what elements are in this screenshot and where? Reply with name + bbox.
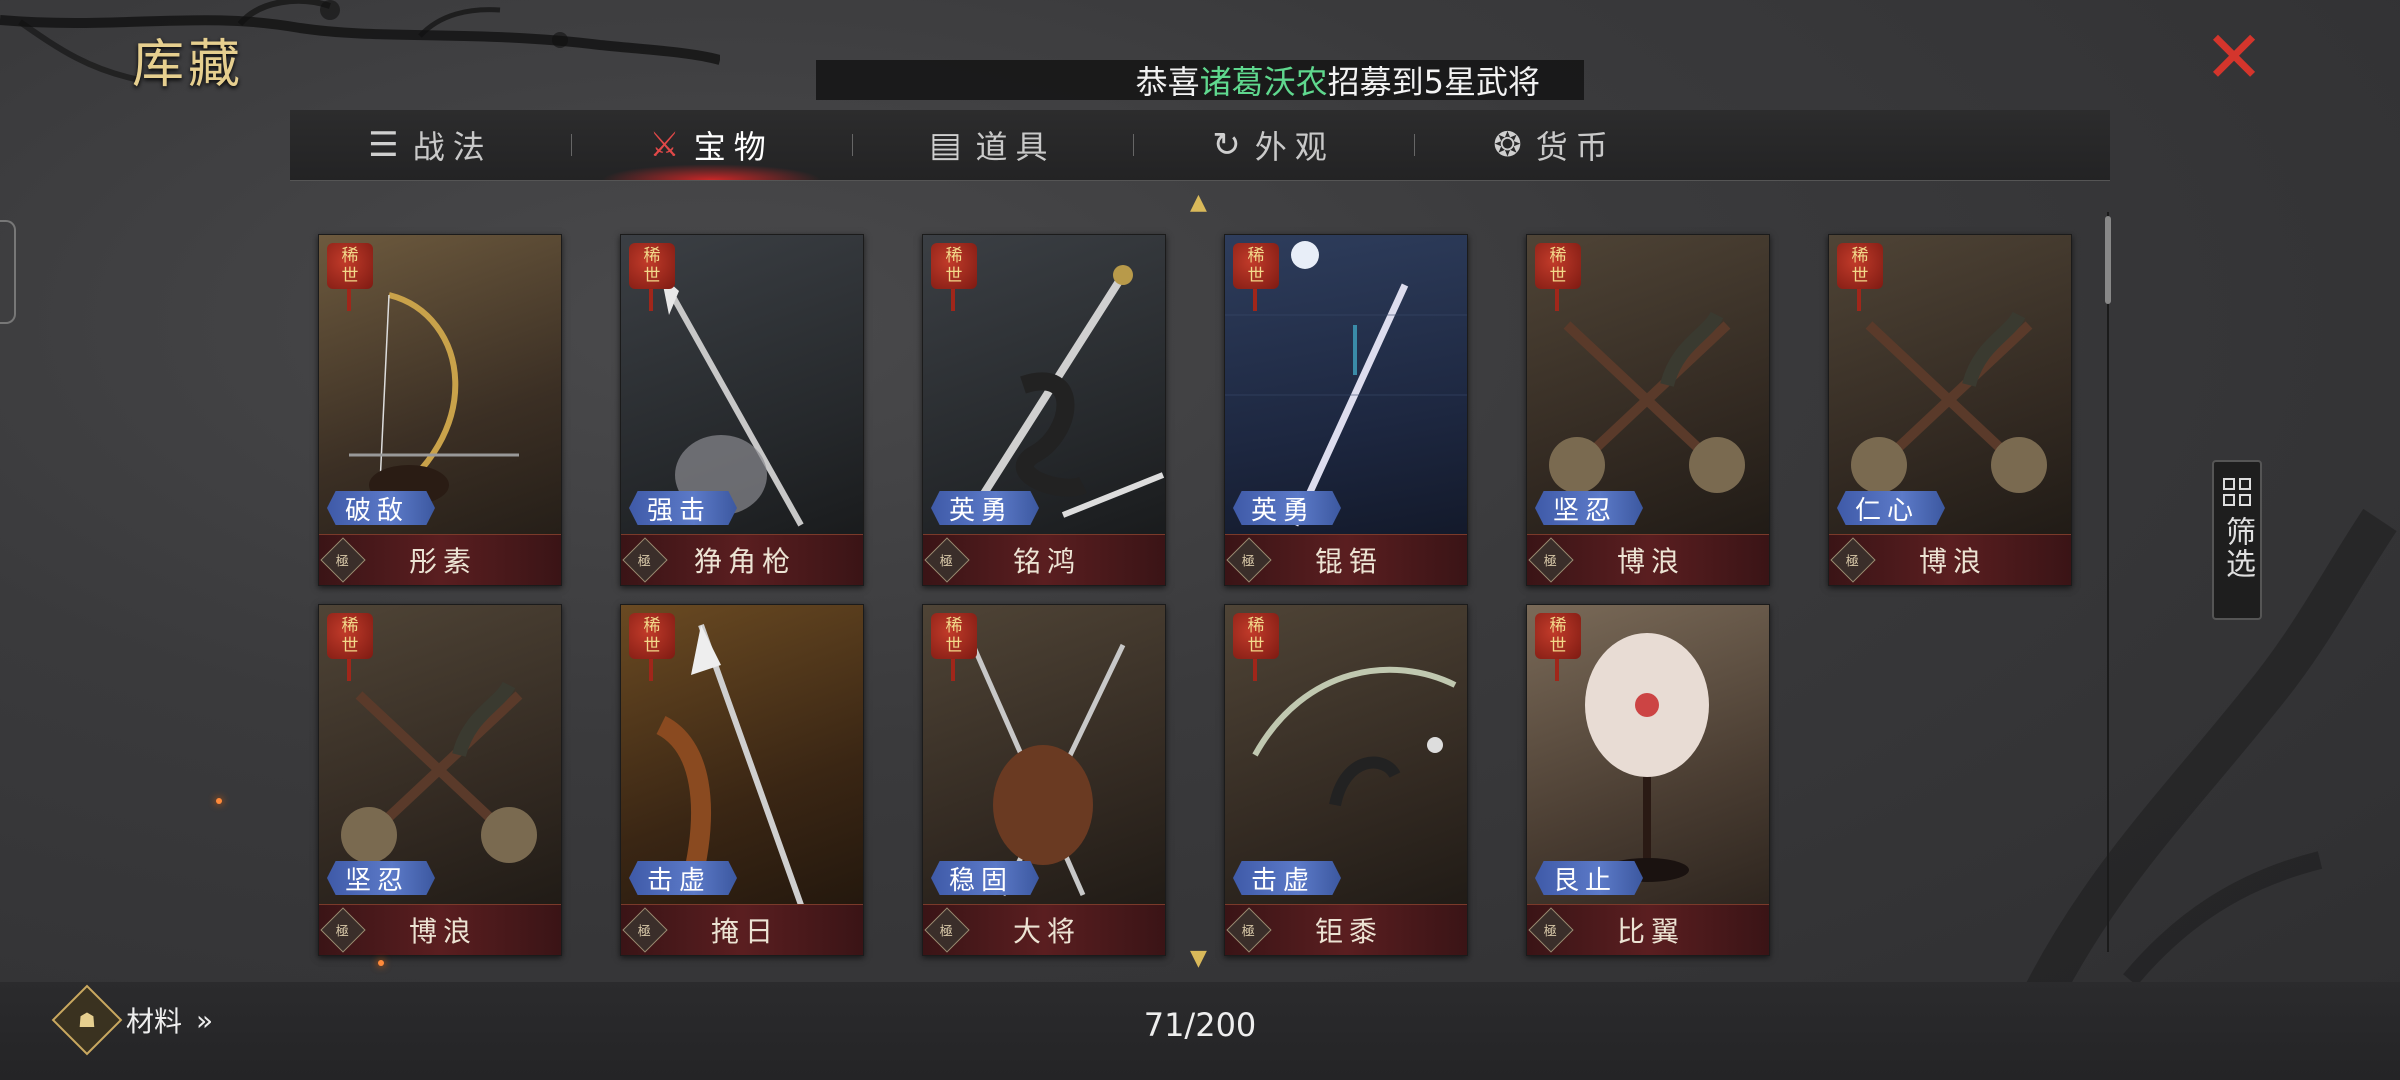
scrollbar-track[interactable] [2107,212,2109,952]
rarity-seal-icon: 稀世 [1233,613,1279,681]
scrollbar-thumb[interactable] [2105,216,2111,304]
treasure-icon: ⚔ [649,125,680,165]
tab-items[interactable]: ▤ 道具 [852,110,1133,180]
rarity-seal-icon: 稀世 [327,243,373,311]
ember-decoration [378,960,384,966]
rarity-seal-icon: 稀世 [1535,243,1581,311]
trait-badge: 英勇 [931,491,1040,525]
tab-label: 战法 [412,128,493,166]
category-tabs: ☰ 战法 ⚔ 宝物 ▤ 道具 ↻ 外观 ❂ 货币 [290,110,2110,181]
item-name: 博浪 [408,915,477,948]
rarity-seal-icon: 稀世 [1535,613,1581,681]
item-name-bar: 極比翼 [1527,904,1769,955]
item-name: 彤素 [408,545,477,578]
close-icon: ✕ [2203,15,2265,99]
tab-currency[interactable]: ❂ 货币 [1414,110,1695,180]
treasure-card[interactable]: 稀世坚忍極博浪 [318,604,562,956]
tab-treasures[interactable]: ⚔ 宝物 [571,110,852,180]
side-drawer-handle[interactable] [0,220,16,324]
rarity-seal-icon: 稀世 [629,243,675,311]
treasure-card[interactable]: 稀世破敌極彤素 [318,234,562,586]
scroll-up-arrow-icon[interactable]: ▲ [1190,192,1207,214]
item-name-bar: 極锟铻 [1225,534,1467,585]
ember-decoration [216,798,222,804]
tab-label: 货币 [1535,128,1616,166]
chevron-right-icon: » [196,1003,214,1037]
item-name-bar: 極博浪 [319,904,561,955]
page-title: 库藏 [132,35,245,95]
treasure-card[interactable]: 稀世强击極狰角枪 [620,234,864,586]
materials-button[interactable]: ☗ 材料 » [51,984,214,1056]
trait-badge: 稳固 [931,861,1040,895]
trait-badge: 坚忍 [327,861,436,895]
treasure-card[interactable]: 稀世击虚極掩日 [620,604,864,956]
item-name-bar: 極博浪 [1527,534,1769,585]
rarity-seal-icon: 稀世 [931,243,977,311]
trait-badge: 破敌 [327,491,436,525]
item-name-bar: 極博浪 [1829,534,2071,585]
banner-prefix: 恭喜 [1135,63,1200,101]
treasure-card[interactable]: 稀世稳固極大将 [922,604,1166,956]
item-name-bar: 極铭鸿 [923,534,1165,585]
trait-badge: 击虚 [629,861,738,895]
treasure-card[interactable]: 稀世仁心極博浪 [1828,234,2072,586]
tab-label: 外观 [1254,128,1335,166]
item-name: 掩日 [710,915,779,948]
rarity-seal-icon: 稀世 [629,613,675,681]
item-name: 博浪 [1616,545,1685,578]
item-name: 大将 [1012,915,1081,948]
tab-label: 道具 [975,128,1056,166]
rarity-seal-icon: 稀世 [327,613,373,681]
rarity-seal-icon: 稀世 [931,613,977,681]
tab-tactics[interactable]: ☰ 战法 [290,110,571,180]
trait-badge: 艮止 [1535,861,1644,895]
trait-badge: 击虚 [1233,861,1342,895]
treasure-card[interactable]: 稀世坚忍極博浪 [1526,234,1770,586]
inventory-count: 71/200 [1143,1006,1257,1044]
item-name: 比翼 [1616,915,1685,948]
trait-badge: 强击 [629,491,738,525]
item-name: 狰角枪 [693,545,796,578]
treasure-card[interactable]: 稀世英勇極锟铻 [1224,234,1468,586]
rarity-seal-icon: 稀世 [1233,243,1279,311]
materials-label: 材料 [126,1005,183,1038]
treasure-grid: 稀世破敌極彤素稀世强击極狰角枪稀世英勇極铭鸿稀世英勇極锟铻稀世坚忍極博浪稀世仁心… [318,234,2078,956]
item-name: 锟铻 [1314,545,1383,578]
filter-button[interactable]: 筛选 [2212,460,2262,620]
item-name: 博浪 [1918,545,1987,578]
materials-icon: ☗ [51,984,123,1056]
swirl-icon: ↻ [1212,125,1241,165]
treasure-card[interactable]: 稀世艮止極比翼 [1526,604,1770,956]
tab-label: 宝物 [693,128,774,166]
close-button[interactable]: ✕ [2196,15,2272,99]
item-name-bar: 極钜黍 [1225,904,1467,955]
banner-highlight-name: 诸葛沃农 [1199,63,1328,101]
item-name-bar: 極狰角枪 [621,534,863,585]
treasure-card[interactable]: 稀世击虚極钜黍 [1224,604,1468,956]
item-name-bar: 極彤素 [319,534,561,585]
treasure-card[interactable]: 稀世英勇極铭鸿 [922,234,1166,586]
item-name-bar: 極掩日 [621,904,863,955]
money-bag-icon: ❂ [1493,125,1522,165]
banner-suffix: 招募到5星武将 [1327,63,1540,101]
rarity-seal-icon: 稀世 [1837,243,1883,311]
tab-appearance[interactable]: ↻ 外观 [1133,110,1414,180]
trait-badge: 坚忍 [1535,491,1644,525]
ink-branch-decoration [0,0,720,83]
trait-badge: 仁心 [1837,491,1946,525]
filter-label: 筛选 [2220,516,2255,580]
item-name-bar: 極大将 [923,904,1165,955]
item-name: 铭鸿 [1012,545,1081,578]
box-icon: ▤ [929,125,962,165]
grid-filter-icon [2223,478,2251,506]
trait-badge: 英勇 [1233,491,1342,525]
announcement-banner: 恭喜 诸葛沃农 招募到5星武将 [816,60,1584,101]
scroll-bundle-icon: ☰ [368,125,399,165]
item-name: 钜黍 [1314,915,1383,948]
